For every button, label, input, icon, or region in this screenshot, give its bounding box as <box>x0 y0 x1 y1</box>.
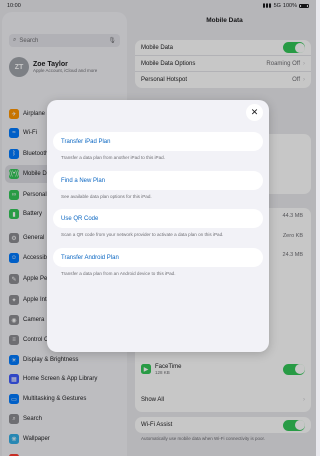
transfer-ipad-plan-label: Transfer iPad Plan <box>61 138 111 145</box>
add-plan-sheet: ✕ Transfer iPad Plan Transfer a data pla… <box>47 100 269 352</box>
use-qr-code-label: Use QR Code <box>61 215 99 222</box>
find-new-plan-button[interactable]: Find a New Plan <box>53 171 263 190</box>
transfer-ipad-plan-desc: Transfer a data plan from another iPad t… <box>61 155 166 160</box>
transfer-ipad-plan-button[interactable]: Transfer iPad Plan <box>53 132 263 151</box>
transfer-android-plan-desc: Transfer a data plan from an Android dev… <box>61 271 176 276</box>
transfer-android-plan-button[interactable]: Transfer Android Plan <box>53 248 263 267</box>
find-new-plan-desc: See available data plan options for this… <box>61 194 152 199</box>
close-button[interactable]: ✕ <box>246 104 263 121</box>
use-qr-code-button[interactable]: Use QR Code <box>53 209 263 228</box>
close-icon: ✕ <box>250 107 259 117</box>
transfer-android-plan-label: Transfer Android Plan <box>61 254 119 261</box>
find-new-plan-label: Find a New Plan <box>61 177 106 184</box>
use-qr-code-desc: Scan a QR code from your network provide… <box>61 232 224 237</box>
